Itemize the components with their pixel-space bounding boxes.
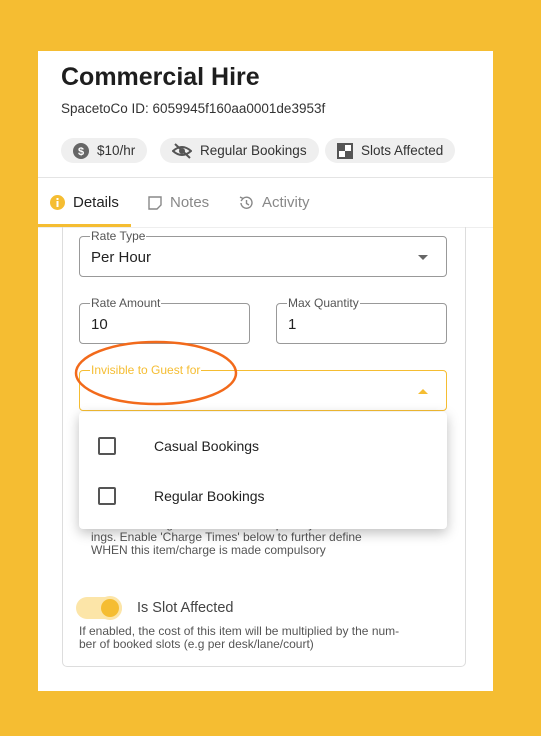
annotation-ellipse (74, 340, 238, 406)
